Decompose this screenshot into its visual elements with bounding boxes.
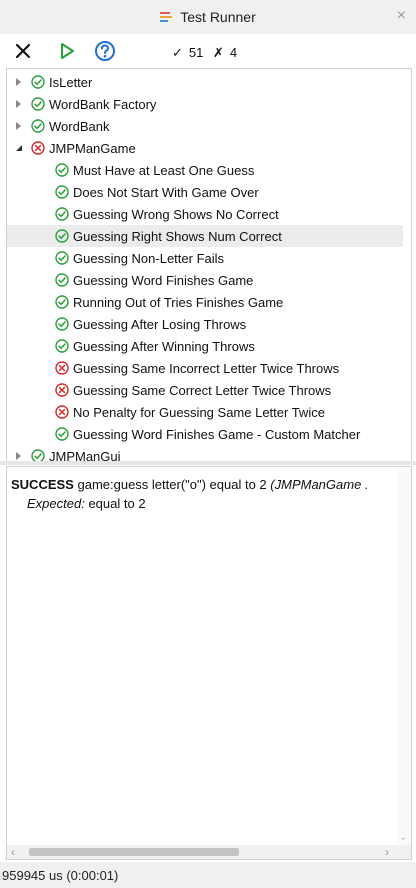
window-title: Test Runner bbox=[0, 9, 416, 25]
expand-down-icon[interactable] bbox=[13, 142, 25, 154]
test-label: Guessing Wrong Shows No Correct bbox=[73, 207, 279, 222]
pass-check-icon bbox=[55, 427, 69, 441]
result-message: game:guess letter("o") equal to 2 bbox=[77, 477, 267, 492]
title-bar: Test Runner × bbox=[0, 0, 416, 35]
pass-check-icon bbox=[55, 185, 69, 199]
window-title-text: Test Runner bbox=[180, 9, 256, 25]
test-label: Running Out of Tries Finishes Game bbox=[73, 295, 284, 310]
status-bar: 959945 us (0:00:01) bbox=[0, 862, 416, 888]
test-label: Guessing After Winning Throws bbox=[73, 339, 255, 354]
test-label: Guessing Right Shows Num Correct bbox=[73, 229, 282, 244]
horizontal-scrollbar[interactable]: ‹ › bbox=[7, 845, 411, 859]
test-suite-row[interactable]: WordBank Factory bbox=[7, 93, 403, 115]
test-label: IsLetter bbox=[49, 75, 93, 90]
test-case-row[interactable]: Must Have at Least One Guess bbox=[7, 159, 403, 181]
failed-x-icon: ✗ bbox=[213, 45, 224, 60]
result-line: SUCCESS game:guess letter("o") equal to … bbox=[11, 477, 369, 492]
toolbar: ✓ 51 ✗ 4 bbox=[0, 34, 416, 68]
test-case-row[interactable]: Guessing Same Correct Letter Twice Throw… bbox=[7, 379, 403, 401]
test-case-row[interactable]: Guessing Word Finishes Game - Custom Mat… bbox=[7, 423, 403, 445]
pass-check-icon bbox=[55, 163, 69, 177]
fail-x-icon bbox=[55, 383, 69, 397]
passed-check-icon: ✓ bbox=[172, 45, 183, 60]
expand-right-icon[interactable] bbox=[13, 98, 25, 110]
splitter[interactable] bbox=[0, 461, 416, 465]
expected-line: Expected: equal to 2 bbox=[27, 496, 146, 511]
scrollbar-thumb[interactable] bbox=[29, 848, 239, 856]
test-suite-row[interactable]: IsLetter bbox=[7, 71, 403, 93]
elapsed-time: 959945 us (0:00:01) bbox=[2, 868, 119, 883]
test-case-row[interactable]: Guessing After Losing Throws bbox=[7, 313, 403, 335]
test-case-row[interactable]: Guessing Word Finishes Game bbox=[7, 269, 403, 291]
test-case-row[interactable]: No Penalty for Guessing Same Letter Twic… bbox=[7, 401, 403, 423]
pass-check-icon bbox=[55, 229, 69, 243]
test-case-row[interactable]: Guessing Non-Letter Fails bbox=[7, 247, 403, 269]
test-suite-row[interactable]: JMPManGame bbox=[7, 137, 403, 159]
pass-check-icon bbox=[31, 97, 45, 111]
expected-value: equal to 2 bbox=[88, 496, 146, 511]
fail-x-icon bbox=[31, 141, 45, 155]
test-case-row[interactable]: Running Out of Tries Finishes Game bbox=[7, 291, 403, 313]
pass-check-icon bbox=[55, 207, 69, 221]
result-status: SUCCESS bbox=[11, 477, 74, 492]
close-button[interactable]: × bbox=[397, 7, 406, 25]
scroll-right-icon[interactable]: › bbox=[385, 845, 389, 859]
help-icon[interactable] bbox=[94, 40, 116, 62]
test-case-row[interactable]: Guessing After Winning Throws bbox=[7, 335, 403, 357]
test-label: No Penalty for Guessing Same Letter Twic… bbox=[73, 405, 325, 420]
test-label: WordBank bbox=[49, 119, 110, 134]
failed-count: 4 bbox=[229, 45, 238, 60]
scroll-left-icon[interactable]: ‹ bbox=[11, 845, 15, 859]
test-label: Guessing Word Finishes Game bbox=[73, 273, 254, 288]
passed-count: 51 bbox=[188, 45, 204, 60]
pass-check-icon bbox=[31, 119, 45, 133]
test-label: Guessing Non-Letter Fails bbox=[73, 251, 225, 266]
fail-x-icon bbox=[55, 405, 69, 419]
test-stats: ✓ 51 ✗ 4 bbox=[172, 45, 243, 61]
close-x-icon[interactable] bbox=[12, 40, 34, 62]
test-label: Must Have at Least One Guess bbox=[73, 163, 255, 178]
test-case-row[interactable]: Guessing Wrong Shows No Correct bbox=[7, 203, 403, 225]
test-label: JMPManGame bbox=[49, 141, 136, 156]
pass-check-icon bbox=[55, 273, 69, 287]
vertical-scrollbar[interactable]: ⌄ bbox=[397, 467, 411, 845]
test-case-row[interactable]: Does Not Start With Game Over bbox=[7, 181, 403, 203]
test-label: Guessing Same Incorrect Letter Twice Thr… bbox=[73, 361, 340, 376]
test-label: Guessing Word Finishes Game - Custom Mat… bbox=[73, 427, 361, 442]
test-runner-icon bbox=[160, 12, 173, 22]
play-icon[interactable] bbox=[56, 40, 78, 62]
test-case-row[interactable]: Guessing Right Shows Num Correct bbox=[7, 225, 403, 247]
output-panel[interactable]: SUCCESS game:guess letter("o") equal to … bbox=[6, 466, 412, 860]
test-tree[interactable]: IsLetter WordBank Factory WordBank JMPManGa… bbox=[6, 68, 412, 464]
expected-label: Expected: bbox=[27, 496, 85, 511]
test-case-row[interactable]: Guessing Same Incorrect Letter Twice Thr… bbox=[7, 357, 403, 379]
scroll-down-icon[interactable]: ⌄ bbox=[399, 832, 407, 843]
pass-check-icon bbox=[55, 317, 69, 331]
test-label: Does Not Start With Game Over bbox=[73, 185, 259, 200]
pass-check-icon bbox=[55, 251, 69, 265]
test-suite-row[interactable]: WordBank bbox=[7, 115, 403, 137]
pass-check-icon bbox=[55, 339, 69, 353]
pass-check-icon bbox=[31, 75, 45, 89]
expand-right-icon[interactable] bbox=[13, 76, 25, 88]
fail-x-icon bbox=[55, 361, 69, 375]
result-context: (JMPManGame . bbox=[270, 477, 369, 492]
test-label: Guessing Same Correct Letter Twice Throw… bbox=[73, 383, 332, 398]
pass-check-icon bbox=[55, 295, 69, 309]
expand-right-icon[interactable] bbox=[13, 120, 25, 132]
test-label: Guessing After Losing Throws bbox=[73, 317, 247, 332]
test-label: WordBank Factory bbox=[49, 97, 157, 112]
